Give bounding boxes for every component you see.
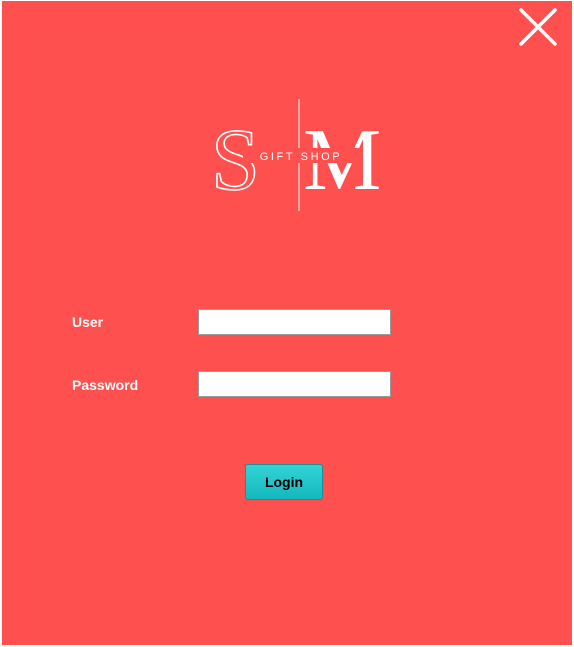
login-button[interactable]: Login — [245, 464, 323, 500]
user-input[interactable] — [198, 309, 391, 335]
password-input[interactable] — [198, 371, 391, 397]
password-label: Password — [72, 377, 139, 393]
user-label: User — [72, 314, 104, 330]
login-window: S M GIFT SHOP User Password Login — [2, 1, 572, 645]
close-button[interactable] — [516, 5, 560, 49]
logo-tagline: GIFT SHOP — [260, 151, 342, 163]
gift-shop-logo: S M GIFT SHOP — [207, 99, 397, 211]
close-icon — [519, 8, 557, 46]
